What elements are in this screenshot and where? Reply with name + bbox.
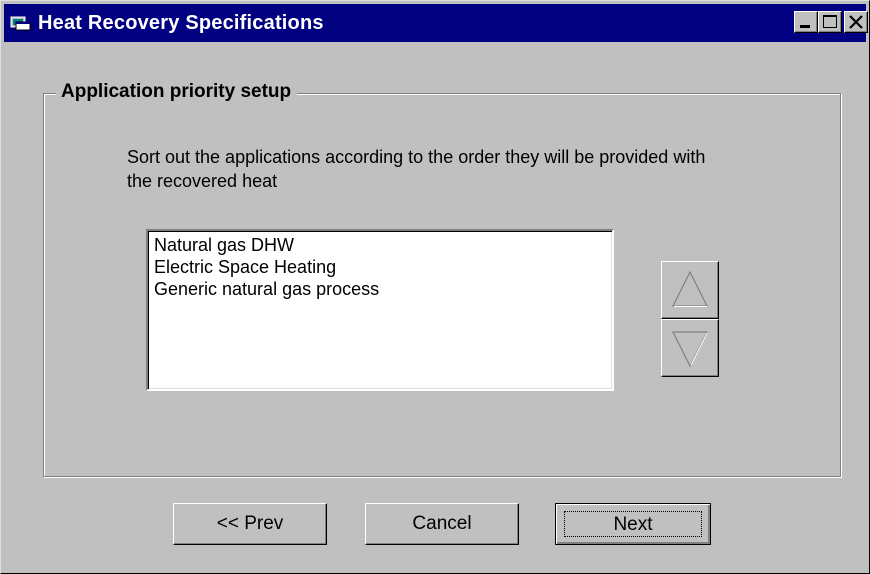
triangle-up-icon <box>672 270 708 307</box>
maximize-icon <box>823 15 837 28</box>
title-bar[interactable]: Heat Recovery Specifications <box>4 4 868 42</box>
close-icon <box>849 15 863 29</box>
group-title: Application priority setup <box>56 81 298 103</box>
applications-listbox[interactable]: Natural gas DHW Electric Space Heating G… <box>146 229 614 391</box>
window-app-icon[interactable] <box>10 14 32 32</box>
triangle-down-icon <box>672 331 708 368</box>
list-item[interactable]: Natural gas DHW <box>154 234 612 256</box>
next-button[interactable]: Next <box>555 503 711 545</box>
instructions-text: Sort out the applications according to t… <box>127 147 706 191</box>
maximize-button[interactable] <box>818 11 842 33</box>
prev-button[interactable]: << Prev <box>173 503 327 545</box>
move-up-button[interactable] <box>661 261 719 319</box>
minimize-button[interactable] <box>794 11 818 33</box>
next-button-label: Next <box>564 511 702 537</box>
window-title: Heat Recovery Specifications <box>38 12 324 34</box>
heat-recovery-dialog: Heat Recovery Specifications Application… <box>0 0 870 574</box>
move-down-button[interactable] <box>661 319 719 377</box>
minimize-icon <box>800 25 810 28</box>
close-button[interactable] <box>844 11 868 33</box>
list-item[interactable]: Generic natural gas process <box>154 278 612 300</box>
cancel-button[interactable]: Cancel <box>365 503 519 545</box>
list-item[interactable]: Electric Space Heating <box>154 256 612 278</box>
